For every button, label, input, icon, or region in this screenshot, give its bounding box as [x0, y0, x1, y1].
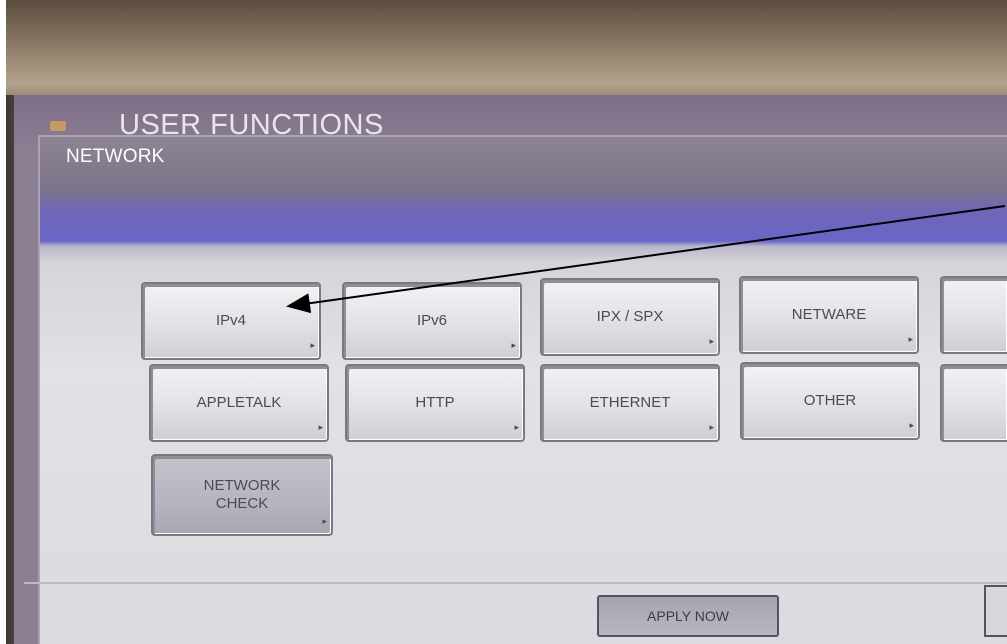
netware-button[interactable]: NETWARE ▸: [739, 276, 919, 354]
submenu-arrow-icon: ▸: [709, 336, 714, 346]
submenu-arrow-icon: ▸: [318, 422, 323, 432]
submenu-arrow-icon: ▸: [310, 340, 315, 350]
partial-footer-button[interactable]: [984, 585, 1007, 637]
ipx-spx-button[interactable]: IPX / SPX ▸: [540, 278, 720, 356]
footer-divider: [24, 582, 1007, 584]
submenu-arrow-icon: ▸: [514, 422, 519, 432]
apply-now-button[interactable]: APPLY NOW: [597, 595, 779, 637]
panel-title: NETWORK: [66, 146, 165, 167]
other-label: OTHER: [803, 392, 857, 409]
apply-now-label: APPLY NOW: [647, 608, 729, 624]
partial-button[interactable]: [940, 276, 1007, 354]
brand-logo-icon: [50, 121, 66, 131]
ipv6-label: IPv6: [416, 312, 447, 329]
network-check-button[interactable]: NETWORK CHECK ▸: [151, 454, 333, 536]
ipv4-button[interactable]: IPv4 ▸: [141, 282, 321, 360]
ipv4-label: IPv4: [215, 312, 246, 329]
submenu-arrow-icon: ▸: [511, 340, 516, 350]
other-button[interactable]: OTHER ▸: [740, 362, 920, 440]
appletalk-label: APPLETALK: [196, 394, 282, 411]
http-button[interactable]: HTTP ▸: [345, 364, 525, 442]
ipv6-button[interactable]: IPv6 ▸: [342, 282, 522, 360]
appletalk-button[interactable]: APPLETALK ▸: [149, 364, 329, 442]
submenu-arrow-icon: ▸: [908, 334, 913, 344]
ipx-spx-label: IPX / SPX: [596, 308, 664, 325]
partial-button-2[interactable]: [940, 364, 1007, 442]
ethernet-label: ETHERNET: [589, 394, 671, 411]
submenu-arrow-icon: ▸: [909, 420, 914, 430]
netware-label: NETWARE: [791, 306, 867, 323]
network-check-label: NETWORK CHECK: [203, 477, 281, 512]
submenu-arrow-icon: ▸: [709, 422, 714, 432]
ethernet-button[interactable]: ETHERNET ▸: [540, 364, 720, 442]
http-label: HTTP: [415, 394, 455, 411]
submenu-arrow-icon: ▸: [322, 516, 327, 526]
